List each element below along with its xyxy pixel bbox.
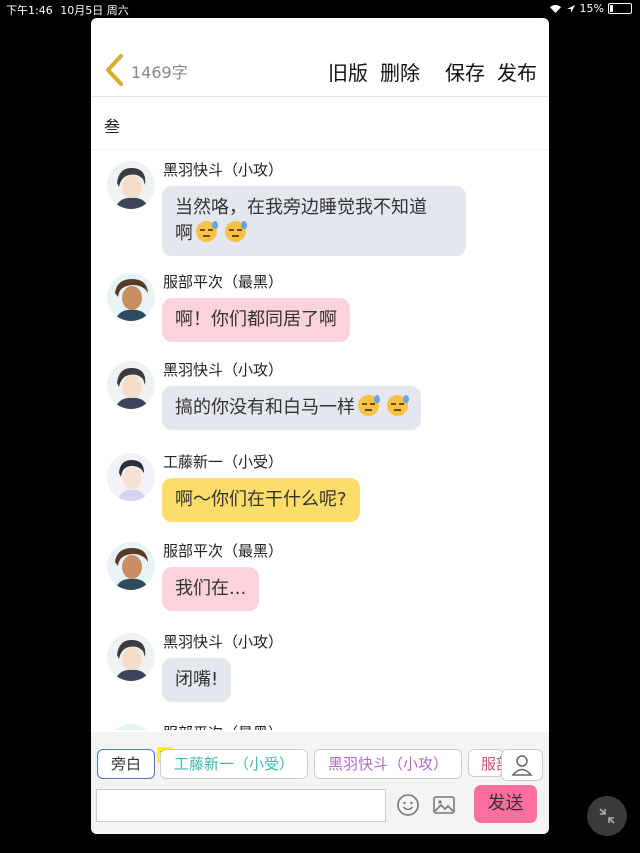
message-bubble[interactable]: 啊～你们在干什么呢? xyxy=(162,478,360,522)
character-chip-heiji[interactable]: 服部 xyxy=(468,749,504,777)
speaker-name: 服部平次（最黑） xyxy=(163,542,284,560)
image-icon[interactable] xyxy=(432,793,456,817)
sweat-emoji-icon xyxy=(387,395,409,416)
battery-percent: 15% xyxy=(579,2,604,15)
message-bubble[interactable]: 搞的你没有和白马一样 xyxy=(162,386,421,430)
message-text: 啊！你们都同居了啊 xyxy=(175,309,337,330)
publish-button[interactable]: 发布 xyxy=(497,57,537,86)
delete-button[interactable]: 删除 xyxy=(380,57,420,86)
editor-toolbar: 1469字 旧版 删除 保存 发布 xyxy=(91,18,549,97)
sweat-emoji-icon xyxy=(358,395,380,416)
heiji-avatar xyxy=(107,724,155,730)
composer-bar: 旁白 主 工藤新一（小受） 黑羽快斗（小攻） 服部 发送 xyxy=(91,732,549,834)
status-indicators: 15% xyxy=(549,2,632,15)
old-version-button[interactable]: 旧版 xyxy=(328,57,368,86)
kaito-avatar xyxy=(107,633,155,681)
emoji-icon[interactable] xyxy=(396,793,420,817)
back-arrow-icon[interactable] xyxy=(103,53,127,87)
chapter-title-field[interactable]: 叁 xyxy=(91,97,549,150)
message-text: 啊～你们在干什么呢? xyxy=(175,489,347,510)
collapse-float-button[interactable] xyxy=(587,796,627,836)
message-bubble[interactable]: 闭嘴! xyxy=(162,658,232,702)
chapter-title: 叁 xyxy=(104,117,121,136)
kaito-avatar xyxy=(107,361,155,409)
message-bubble[interactable]: 当然咯，在我旁边睡觉我不知道 啊 xyxy=(162,186,466,256)
message-list[interactable]: 黑羽快斗（小攻） 当然咯，在我旁边睡觉我不知道 啊 服部平次（最黑） 啊！你们都… xyxy=(91,150,549,730)
status-time-date: 下午1:46 10月5日 周六 xyxy=(6,2,129,18)
speaker-name: 黑羽快斗（小攻） xyxy=(163,361,284,379)
message-text: 闭嘴! xyxy=(175,669,219,690)
person-icon xyxy=(511,755,533,776)
kaito-avatar xyxy=(107,161,155,209)
wifi-icon xyxy=(549,4,561,13)
sweat-emoji-icon xyxy=(225,221,247,242)
battery-level xyxy=(610,5,613,12)
message-input[interactable] xyxy=(96,789,386,822)
location-icon xyxy=(566,4,575,13)
save-button[interactable]: 保存 xyxy=(445,57,485,86)
sweat-emoji-icon xyxy=(196,221,218,242)
speaker-name: 黑羽快斗（小攻） xyxy=(163,633,284,651)
word-count: 1469字 xyxy=(131,63,188,82)
message-text: 搞的你没有和白马一样 xyxy=(175,397,355,418)
character-manage-button[interactable] xyxy=(501,749,543,781)
speaker-name: 服部平次（最黑） xyxy=(163,273,284,291)
speaker-name: 黑羽快斗（小攻） xyxy=(163,161,284,179)
message-text: 我们在... xyxy=(175,578,247,599)
character-chip-shinichi[interactable]: 工藤新一（小受） xyxy=(160,749,308,779)
status-time: 下午1:46 xyxy=(6,4,53,17)
status-bar: 下午1:46 10月5日 周六 15% xyxy=(0,0,640,18)
speaker-name: 服部平次（最黑） xyxy=(163,722,283,730)
battery-icon xyxy=(608,3,632,14)
speaker-name: 工藤新一（小受） xyxy=(163,453,284,471)
send-button[interactable]: 发送 xyxy=(474,785,537,823)
shinichi-avatar xyxy=(107,453,155,501)
message-bubble[interactable]: 我们在... xyxy=(162,567,260,611)
message-bubble[interactable]: 啊！你们都同居了啊 xyxy=(162,298,350,342)
editor-panel: 1469字 旧版 删除 保存 发布 叁 黑羽快斗（小攻） 当然咯，在我旁边睡觉我… xyxy=(91,18,549,834)
status-date: 10月5日 周六 xyxy=(60,4,129,17)
narration-chip[interactable]: 旁白 xyxy=(97,749,155,779)
character-chip-kaito[interactable]: 黑羽快斗（小攻） xyxy=(314,749,462,779)
heiji-avatar xyxy=(107,542,155,590)
heiji-avatar xyxy=(107,273,155,321)
collapse-arrows-icon xyxy=(599,808,615,824)
